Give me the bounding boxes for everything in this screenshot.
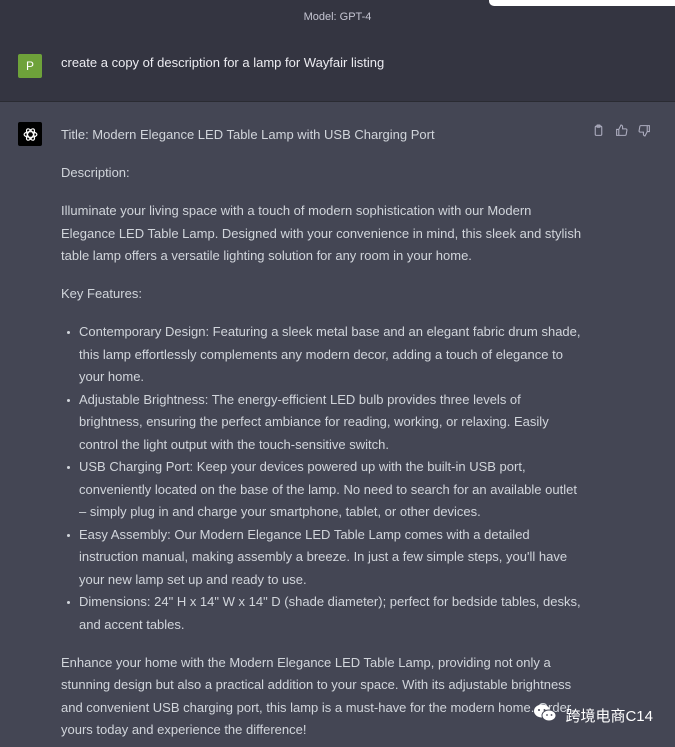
feature-item: Adjustable Brightness: The energy-effici… xyxy=(61,389,587,457)
chat-page: Model: GPT-4 P create a copy of descript… xyxy=(0,0,675,747)
closing-paragraph: Enhance your home with the Modern Elegan… xyxy=(61,654,572,738)
assistant-message-row: Title: Modern Elegance LED Table Lamp wi… xyxy=(0,102,675,747)
user-avatar-letter: P xyxy=(25,59,34,73)
model-label: Model: GPT-4 xyxy=(303,10,372,23)
user-message-row: P create a copy of description for a lam… xyxy=(0,33,675,102)
user-message-text: create a copy of description for a lamp … xyxy=(61,55,385,70)
watermark: 跨境电商C14 xyxy=(533,703,653,727)
description-intro: Illuminate your living space with a touc… xyxy=(61,203,582,263)
feature-item: USB Charging Port: Keep your devices pow… xyxy=(61,456,587,524)
description-label: Description: xyxy=(61,165,130,180)
feature-item: Dimensions: 24" H x 14" W x 14" D (shade… xyxy=(61,591,587,636)
wechat-icon xyxy=(533,703,557,727)
features-list: Contemporary Design: Featuring a sleek m… xyxy=(61,321,587,636)
listing-title: Title: Modern Elegance LED Table Lamp wi… xyxy=(61,127,435,142)
features-label: Key Features: xyxy=(61,286,142,301)
assistant-message-content: Title: Modern Elegance LED Table Lamp wi… xyxy=(61,124,587,747)
openai-logo-icon xyxy=(18,122,42,146)
feature-item: Easy Assembly: Our Modern Elegance LED T… xyxy=(61,524,587,592)
clipboard-icon[interactable] xyxy=(592,124,605,137)
thumbs-up-icon[interactable] xyxy=(615,124,628,137)
thumbs-down-icon[interactable] xyxy=(638,124,651,137)
feature-item: Contemporary Design: Featuring a sleek m… xyxy=(61,321,587,389)
message-actions xyxy=(592,124,651,137)
user-avatar: P xyxy=(18,54,42,78)
watermark-text: 跨境电商C14 xyxy=(565,707,653,725)
top-right-overlay xyxy=(489,0,675,6)
